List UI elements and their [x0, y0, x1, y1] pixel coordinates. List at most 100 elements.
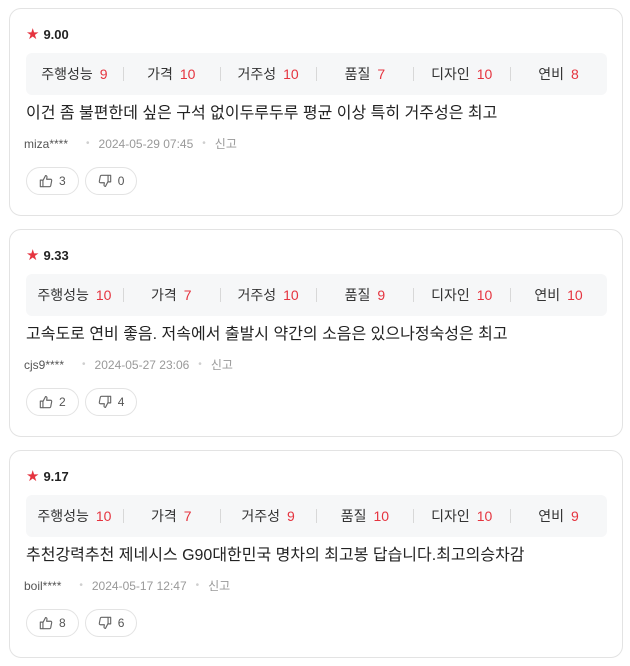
dislike-button[interactable]: 4	[84, 388, 138, 416]
metric-label: 연비	[538, 508, 565, 524]
like-button[interactable]: 2	[26, 388, 79, 416]
metric-value: 8	[571, 66, 579, 82]
metric-value: 9	[377, 287, 386, 303]
rating: ★ 9.17	[26, 469, 69, 485]
metric-value: 9	[286, 508, 295, 524]
review-text: 추천강력추천 제네시스 G90대한민국 명차의 최고봉 답습니다.최고의승차감	[26, 547, 525, 564]
metric-value: 7	[183, 287, 192, 303]
rating-score: 9.33	[43, 248, 69, 263]
star-icon: ★	[26, 26, 40, 43]
metric-bar: 주행성능 10 가격 7 거주성 9 품질 10 디자인 10 연비 9	[26, 495, 607, 537]
metric-label: 품질	[344, 287, 371, 303]
review-date: 2024-05-29 07:45	[98, 137, 194, 151]
thumbs-up-icon	[39, 616, 53, 630]
review-meta: cjs9**** • 2024-05-27 23:06 • 신고	[24, 357, 233, 373]
metric-value: 10	[476, 287, 493, 303]
like-count: 3	[59, 174, 66, 188]
metric-item: 주행성능 10	[26, 285, 123, 305]
metric-item: 품질 9	[316, 285, 413, 305]
metric-bar: 주행성능 10 가격 7 거주성 10 품질 9 디자인 10 연비 10	[26, 274, 607, 316]
metric-item: 품질 7	[316, 64, 413, 84]
review-card: ★ 9.17 주행성능 10 가격 7 거주성 9 품질 10 디자인 10 연비 9 추천…	[9, 450, 623, 658]
star-icon: ★	[26, 468, 40, 485]
metric-value: 10	[567, 287, 583, 303]
review-date: 2024-05-27 23:06	[94, 358, 190, 372]
thumbs-down-icon	[98, 395, 112, 409]
metric-label: 품질	[344, 66, 371, 82]
thumbs-down-icon	[98, 174, 112, 188]
review-meta: miza**** • 2024-05-29 07:45 • 신고	[24, 136, 237, 152]
metric-item: 디자인 10	[413, 506, 510, 526]
like-button[interactable]: 3	[26, 167, 79, 195]
metric-item: 품질 10	[316, 506, 413, 526]
username: boil****	[24, 579, 62, 593]
metric-label: 거주성	[237, 66, 277, 82]
metric-label: 주행성능	[41, 66, 93, 82]
dislike-count: 0	[117, 174, 125, 188]
metric-label: 가격	[150, 508, 177, 524]
metric-value: 9	[99, 66, 108, 82]
thumbs-up-icon	[39, 174, 53, 188]
dislike-button[interactable]: 0	[84, 167, 138, 195]
thumbs-up-icon	[39, 395, 53, 409]
report-link[interactable]: 신고	[215, 136, 237, 152]
metric-value: 10	[283, 287, 299, 303]
separator-dot: •	[198, 359, 202, 370]
review-date: 2024-05-17 12:47	[91, 579, 187, 593]
separator-dot: •	[195, 580, 200, 591]
username: cjs9****	[24, 358, 65, 372]
metric-label: 품질	[340, 508, 367, 524]
metric-item: 거주성 10	[219, 285, 317, 305]
metric-item: 거주성 9	[219, 506, 317, 526]
metric-label: 주행성능	[37, 287, 89, 303]
metric-label: 디자인	[431, 287, 470, 303]
review-meta: boil**** • 2024-05-17 12:47 • 신고	[24, 578, 230, 594]
like-button[interactable]: 8	[26, 609, 79, 637]
review-list: ★ 9.00 주행성능 9 가격 10 거주성 10 품질 7 디자인 10 연비 8 이건…	[0, 0, 630, 666]
dislike-count: 6	[117, 616, 125, 630]
report-link[interactable]: 신고	[208, 578, 230, 594]
report-link[interactable]: 신고	[211, 357, 233, 373]
star-icon: ★	[26, 247, 40, 264]
metric-item: 연비 8	[510, 64, 607, 84]
vote-buttons: 2 4	[26, 388, 138, 416]
metric-value: 10	[179, 66, 196, 82]
vote-buttons: 3 0	[26, 167, 138, 195]
metric-item: 디자인 10	[413, 285, 510, 305]
metric-item: 가격 10	[122, 64, 220, 84]
rating: ★ 9.00	[26, 27, 69, 43]
metric-value: 7	[377, 66, 386, 82]
metric-value: 10	[476, 66, 493, 82]
metric-label: 거주성	[237, 287, 277, 303]
metric-label: 거주성	[241, 508, 280, 524]
metric-item: 디자인 10	[413, 64, 510, 84]
metric-item: 가격 7	[122, 285, 220, 305]
like-count: 2	[59, 395, 66, 409]
dislike-button[interactable]: 6	[84, 609, 138, 637]
metric-label: 디자인	[431, 508, 470, 524]
review-text: 이건 좀 불편한데 싶은 구석 없이두루두루 평균 이상 특히 거주성은 최고	[26, 105, 498, 122]
rating: ★ 9.33	[26, 248, 69, 264]
metric-item: 주행성능 9	[26, 64, 123, 84]
metric-value: 10	[95, 287, 112, 303]
separator-dot: •	[202, 138, 206, 149]
metric-value: 9	[571, 508, 579, 524]
metric-label: 디자인	[431, 66, 470, 82]
metric-item: 연비 10	[510, 285, 607, 305]
metric-label: 가격	[147, 66, 173, 82]
like-count: 8	[59, 616, 66, 630]
metric-label: 가격	[150, 287, 177, 303]
metric-item: 가격 7	[122, 506, 220, 526]
metric-item: 주행성능 10	[26, 506, 123, 526]
metric-bar: 주행성능 9 가격 10 거주성 10 품질 7 디자인 10 연비 8	[26, 53, 607, 95]
metric-label: 주행성능	[37, 508, 89, 524]
metric-label: 연비	[534, 287, 561, 303]
dislike-count: 4	[117, 395, 125, 409]
vote-buttons: 8 6	[26, 609, 138, 637]
metric-value: 10	[283, 66, 299, 82]
metric-value: 10	[476, 508, 493, 524]
thumbs-down-icon	[98, 616, 112, 630]
metric-item: 거주성 10	[219, 64, 317, 84]
metric-value: 10	[373, 508, 390, 524]
review-text: 고속도로 연비 좋음. 저속에서 출발시 약간의 소음은 있으나정숙성은 최고	[26, 326, 508, 343]
